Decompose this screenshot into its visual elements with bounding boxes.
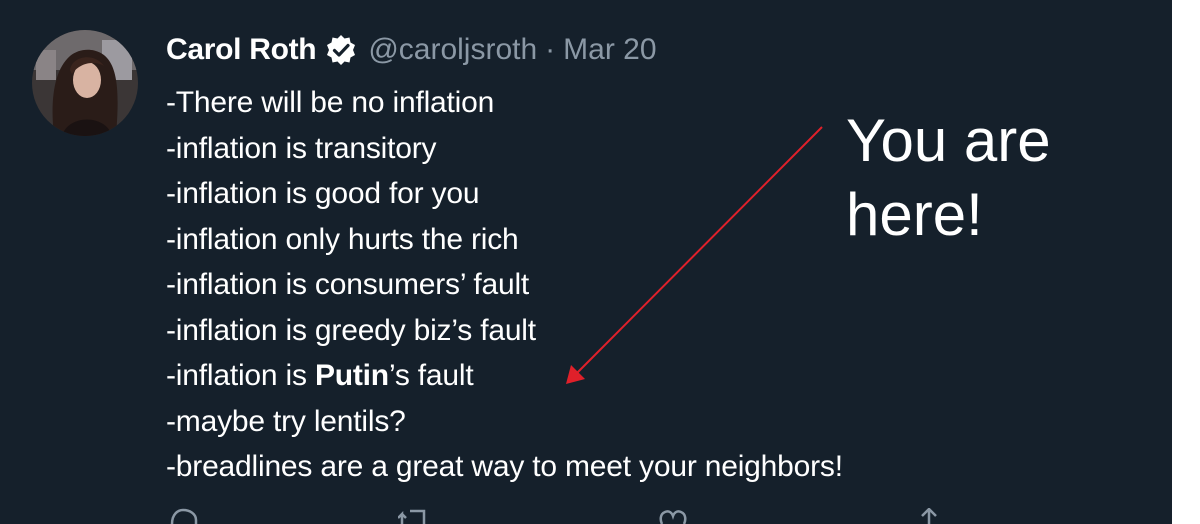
like-icon[interactable]: [656, 508, 690, 524]
reply-icon[interactable]: [166, 508, 200, 524]
page-margin: [1172, 0, 1200, 524]
retweet-icon[interactable]: [398, 508, 432, 524]
annotation-arrow: [566, 126, 823, 384]
share-icon[interactable]: [912, 508, 946, 524]
tweet-card: Carol Roth @caroljsroth · Mar 20 -There …: [0, 0, 1172, 524]
tweet-actions: [0, 508, 1172, 524]
